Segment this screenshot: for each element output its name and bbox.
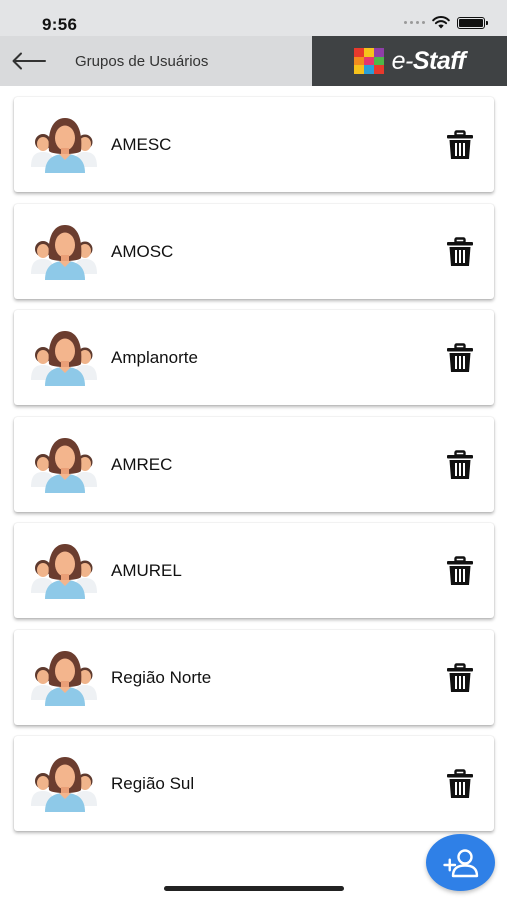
add-user-icon: [442, 848, 478, 877]
battery-icon: [457, 16, 488, 29]
user-group-avatar-icon: [30, 648, 100, 706]
trash-icon[interactable]: [446, 662, 474, 693]
back-button[interactable]: [10, 48, 48, 74]
user-group-avatar-icon: [30, 754, 100, 812]
cellular-signal-icon: [404, 21, 425, 24]
group-card[interactable]: Região Sul: [14, 736, 494, 831]
group-name: AMESC: [111, 135, 172, 154]
trash-icon[interactable]: [446, 343, 474, 373]
trash-icon[interactable]: [446, 130, 474, 160]
user-group-avatar-icon: [30, 222, 100, 280]
group-card[interactable]: Amplanorte: [14, 310, 494, 405]
group-card[interactable]: AMUREL: [14, 523, 494, 618]
app-logo: e-Staff: [312, 36, 507, 86]
group-card[interactable]: AMOSC: [14, 203, 494, 299]
status-time: 9:56: [42, 15, 78, 34]
group-card[interactable]: AMREC: [14, 416, 494, 512]
trash-icon[interactable]: [446, 769, 474, 799]
status-icons: [404, 16, 488, 29]
trash-icon[interactable]: [446, 236, 474, 267]
group-name: AMUREL: [111, 561, 182, 580]
group-list: AMESC AMOSC Amplanorte AMREC AMUREL Regi…: [14, 97, 494, 843]
group-card[interactable]: Região Norte: [14, 629, 494, 725]
add-group-button[interactable]: [426, 834, 495, 891]
group-name: Região Norte: [111, 667, 212, 687]
trash-icon[interactable]: [446, 556, 474, 586]
user-group-avatar-icon: [30, 541, 100, 599]
user-group-avatar-icon: [30, 435, 100, 493]
trash-icon[interactable]: [446, 449, 474, 480]
user-group-avatar-icon: [30, 328, 100, 386]
arrow-left-icon: [12, 52, 46, 70]
user-group-avatar-icon: [30, 115, 100, 173]
page-title: Grupos de Usuários: [75, 53, 209, 70]
logo-text: e-Staff: [391, 46, 466, 75]
group-card[interactable]: AMESC: [14, 97, 494, 192]
group-name: AMOSC: [111, 241, 174, 261]
group-name: Amplanorte: [111, 348, 198, 367]
app-header: Grupos de Usuários e-Staff: [0, 36, 507, 86]
logo-mark-icon: [353, 48, 384, 74]
group-name: AMREC: [111, 454, 173, 474]
home-indicator: [164, 886, 344, 891]
group-name: Região Sul: [111, 774, 195, 793]
status-bar: 9:56: [0, 0, 507, 40]
wifi-icon: [432, 16, 450, 29]
